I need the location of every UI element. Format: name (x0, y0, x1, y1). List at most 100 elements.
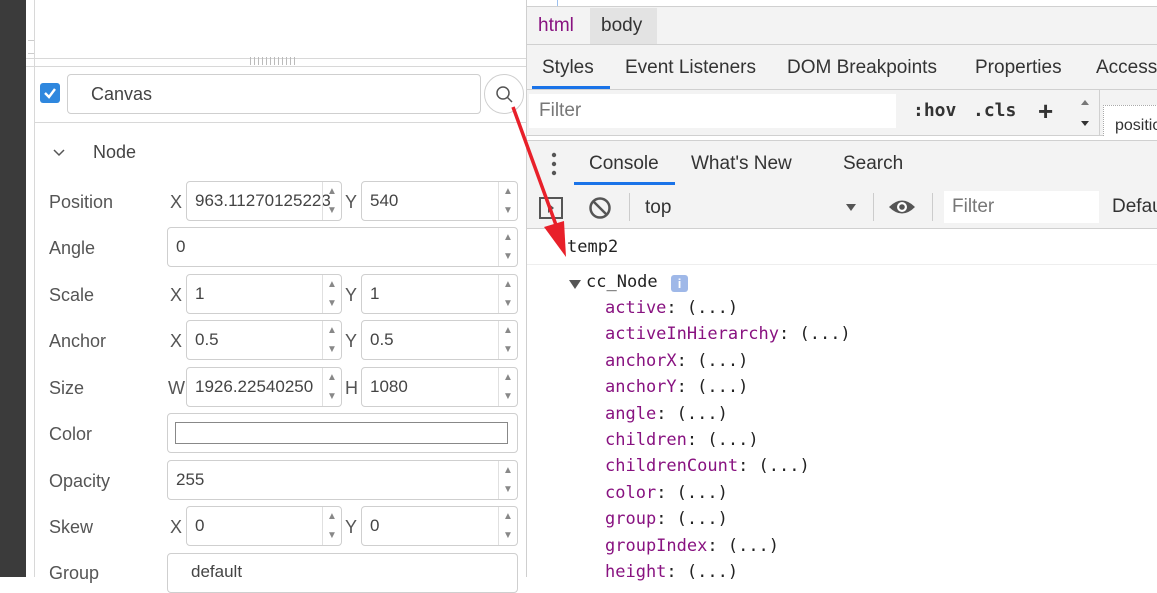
property-value-getter[interactable]: (...) (759, 456, 810, 476)
stepper-up-icon[interactable]: ▲ (323, 368, 341, 387)
context-value: top (645, 197, 672, 218)
stepper-up-icon[interactable]: ▲ (323, 275, 341, 294)
stepper-up-icon[interactable]: ▲ (499, 507, 517, 526)
anchor-x-axis: X (170, 331, 183, 351)
stepper-down-icon[interactable]: ▼ (323, 526, 341, 545)
position-y-input[interactable]: 540 ▲ ▼ (361, 181, 518, 221)
breadcrumb-html[interactable]: html (538, 15, 574, 37)
anchor-x-input[interactable]: 0.5 ▲ ▼ (186, 320, 342, 360)
stepper-down-icon[interactable]: ▼ (499, 294, 517, 313)
tab-properties[interactable]: Properties (975, 57, 1062, 79)
stepper-up-icon[interactable]: ▲ (323, 182, 341, 201)
property-value-getter[interactable]: (...) (728, 536, 779, 556)
console-filter-input[interactable]: Filter (944, 191, 1099, 223)
stepper-down-icon[interactable]: ▼ (323, 340, 341, 359)
color-field[interactable] (167, 413, 518, 453)
tab-console[interactable]: Console (589, 153, 659, 175)
object-property[interactable]: active: (...) (605, 298, 738, 318)
stepper-down-icon[interactable]: ▼ (323, 294, 341, 313)
angle-input[interactable]: 0 ▲ ▼ (167, 227, 518, 267)
stepper-down-icon[interactable]: ▼ (499, 480, 517, 499)
property-value-getter[interactable]: (...) (707, 430, 758, 450)
hov-button[interactable]: :hov (913, 100, 956, 121)
position-x-input[interactable]: 963.11270125223 ▲ ▼ (186, 181, 342, 221)
object-property[interactable]: height: (...) (605, 562, 738, 582)
anchor-y-stepper[interactable]: ▲ ▼ (498, 321, 517, 359)
annotation-arrow (511, 106, 566, 257)
tab-event-listeners[interactable]: Event Listeners (625, 57, 756, 79)
tab-accessibility[interactable]: Accessi (1096, 57, 1157, 79)
stepper-down-icon[interactable]: ▼ (323, 201, 341, 220)
size-width-input[interactable]: 1926.22540250 ▲ ▼ (186, 367, 342, 407)
skew-x-stepper[interactable]: ▲ ▼ (322, 507, 341, 545)
tab-whats-new[interactable]: What's New (691, 153, 792, 175)
anchor-y-input[interactable]: 0.5 ▲ ▼ (361, 320, 518, 360)
object-property[interactable]: childrenCount: (...) (605, 456, 810, 476)
scale-x-stepper[interactable]: ▲ ▼ (322, 275, 341, 313)
styles-scroll-arrows[interactable] (1079, 94, 1091, 130)
object-property[interactable]: color: (...) (605, 483, 728, 503)
scale-x-input[interactable]: 1 ▲ ▼ (186, 274, 342, 314)
info-icon[interactable]: i (671, 275, 688, 292)
toolbar-divider-3 (932, 193, 933, 221)
property-value-getter[interactable]: (...) (677, 483, 728, 503)
opacity-input[interactable]: 255 ▲ ▼ (167, 460, 518, 500)
skew-y-stepper[interactable]: ▲ ▼ (498, 507, 517, 545)
log-levels-dropdown[interactable]: Defau (1112, 196, 1157, 218)
size-height-input[interactable]: 1080 ▲ ▼ (361, 367, 518, 407)
object-class-name[interactable]: cc_Node (586, 272, 658, 292)
tab-search[interactable]: Search (843, 153, 903, 175)
object-property[interactable]: anchorX: (...) (605, 351, 748, 371)
resize-grip[interactable] (250, 57, 296, 65)
stepper-down-icon[interactable]: ▼ (323, 387, 341, 406)
size-height-stepper[interactable]: ▲ ▼ (498, 368, 517, 406)
object-property[interactable]: groupIndex: (...) (605, 536, 779, 556)
scale-y-input[interactable]: 1 ▲ ▼ (361, 274, 518, 314)
tab-dom-breakpoints[interactable]: DOM Breakpoints (787, 57, 937, 79)
property-value-getter[interactable]: (...) (697, 351, 748, 371)
stepper-down-icon[interactable]: ▼ (499, 387, 517, 406)
skew-x-input[interactable]: 0 ▲ ▼ (186, 506, 342, 546)
object-property[interactable]: group: (...) (605, 509, 728, 529)
styles-filter-input[interactable]: Filter (529, 94, 896, 128)
stepper-up-icon[interactable]: ▲ (323, 321, 341, 340)
scale-y-stepper[interactable]: ▲ ▼ (498, 275, 517, 313)
object-property[interactable]: children: (...) (605, 430, 759, 450)
section-node-title: Node (93, 142, 137, 162)
stepper-up-icon[interactable]: ▲ (499, 321, 517, 340)
new-style-rule-button[interactable]: + (1038, 96, 1053, 127)
property-value-getter[interactable]: (...) (687, 298, 738, 318)
breadcrumb-body[interactable]: body (601, 15, 642, 37)
object-property[interactable]: activeInHierarchy: (...) (605, 324, 851, 344)
position-x-stepper[interactable]: ▲ ▼ (322, 182, 341, 220)
size-width-stepper[interactable]: ▲ ▼ (322, 368, 341, 406)
stepper-down-icon[interactable]: ▼ (499, 340, 517, 359)
object-property[interactable]: angle: (...) (605, 404, 728, 424)
node-name-input[interactable]: Canvas (67, 74, 481, 114)
cls-button[interactable]: .cls (973, 100, 1016, 121)
node-enabled-checkbox[interactable] (40, 83, 60, 103)
context-selector[interactable]: top (637, 190, 867, 224)
color-swatch[interactable] (175, 422, 508, 444)
property-value-getter[interactable]: (...) (799, 324, 850, 344)
property-value-getter[interactable]: (...) (687, 562, 738, 582)
group-select[interactable]: default (167, 553, 518, 593)
stepper-down-icon[interactable]: ▼ (499, 526, 517, 545)
stepper-up-icon[interactable]: ▲ (499, 461, 517, 480)
stepper-up-icon[interactable]: ▲ (499, 275, 517, 294)
object-property[interactable]: anchorY: (...) (605, 377, 748, 397)
skew-y-input[interactable]: 0 ▲ ▼ (361, 506, 518, 546)
tab-styles[interactable]: Styles (542, 57, 594, 79)
stepper-up-icon[interactable]: ▲ (499, 368, 517, 387)
stepper-up-icon[interactable]: ▲ (323, 507, 341, 526)
property-value-getter[interactable]: (...) (697, 377, 748, 397)
property-key: angle (605, 403, 657, 424)
property-value-getter[interactable]: (...) (677, 404, 728, 424)
opacity-stepper[interactable]: ▲ ▼ (498, 461, 517, 499)
anchor-x-stepper[interactable]: ▲ ▼ (322, 321, 341, 359)
triangle-down-icon[interactable] (569, 278, 581, 290)
property-value-getter[interactable]: (...) (677, 509, 728, 529)
eye-icon[interactable] (887, 196, 917, 218)
chevron-down-icon[interactable] (50, 143, 68, 161)
clear-console-icon[interactable] (588, 196, 612, 220)
